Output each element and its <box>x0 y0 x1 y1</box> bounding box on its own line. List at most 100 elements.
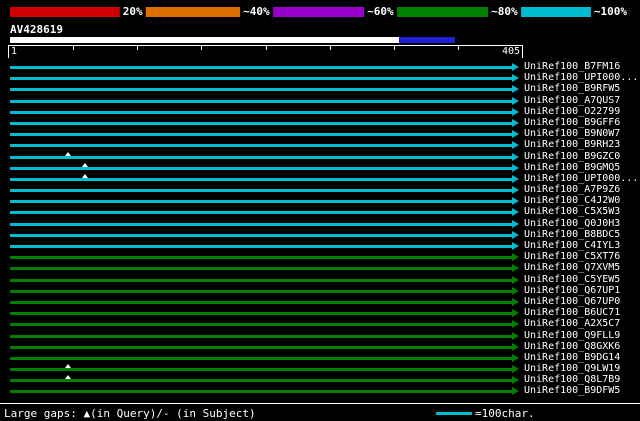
alignment-bar[interactable] <box>10 245 512 248</box>
scale-start-label: 1 <box>11 46 18 57</box>
alignment-label[interactable]: UniRef100_Q9FLL9 <box>524 330 620 342</box>
alignment-bar[interactable] <box>10 151 512 159</box>
gap-marker-icon <box>82 162 89 167</box>
alignment-bar[interactable] <box>10 375 512 383</box>
alignment-label[interactable]: UniRef100_B9N0W7 <box>524 128 620 140</box>
legend-line <box>436 412 472 415</box>
alignment-bar[interactable] <box>10 345 512 349</box>
alignment-bar[interactable] <box>10 323 512 327</box>
alignment-bar[interactable] <box>10 162 512 170</box>
arrowhead-icon <box>512 63 519 71</box>
alignment-label[interactable]: UniRef100_B9RH23 <box>524 139 620 151</box>
alignment-bar[interactable] <box>10 300 512 304</box>
alignment-label[interactable]: UniRef100_A7QUS7 <box>524 95 620 107</box>
query-bar <box>10 37 455 43</box>
alignment-bar[interactable] <box>10 334 512 338</box>
arrowhead-icon <box>512 264 519 273</box>
scale-tick <box>73 46 75 50</box>
alignment-bar[interactable] <box>10 278 512 282</box>
alignment-label[interactable]: UniRef100_Q7XVM5 <box>524 262 620 274</box>
alignment-bar[interactable] <box>10 110 512 114</box>
scale-legend: =100char. <box>436 407 535 420</box>
arrowhead-icon <box>512 353 519 362</box>
alignment-bar[interactable] <box>10 99 512 103</box>
alignment-label[interactable]: UniRef100_C5XT76 <box>524 251 620 263</box>
key-segment: ~40% <box>134 4 273 19</box>
alignment-bar[interactable] <box>10 312 512 316</box>
alignment-bar[interactable] <box>10 121 512 125</box>
scale-tick <box>137 46 139 50</box>
alignment-label[interactable]: UniRef100_C5X5W3 <box>524 206 620 218</box>
alignment-label[interactable]: UniRef100_Q67UP1 <box>524 285 620 297</box>
arrowhead-icon <box>512 74 519 83</box>
arrowhead-icon <box>512 152 519 161</box>
key-segment-label: ~80% <box>488 4 521 19</box>
blast-overview-screen: 20% ~40% ~60% ~80% ~100% AV428619 1 405 UniR… <box>0 0 640 421</box>
arrowhead-icon <box>512 174 519 183</box>
alignment-bar[interactable] <box>10 88 512 92</box>
alignment-bar[interactable] <box>10 364 512 372</box>
alignment-label[interactable]: UniRef100_A2X5C7 <box>524 318 620 330</box>
scale-bar: 1 405 <box>8 45 523 58</box>
alignment-label[interactable]: UniRef100_UPI000... <box>524 72 638 84</box>
arrowhead-icon <box>512 331 519 340</box>
alignment-label[interactable]: UniRef100_Q9LW19 <box>524 363 620 375</box>
alignment-label[interactable]: UniRef100_A7P9Z6 <box>524 184 620 196</box>
alignment-label[interactable]: UniRef100_Q8GXK6 <box>524 341 620 353</box>
alignment-bar[interactable] <box>10 390 512 394</box>
alignment-bar[interactable] <box>10 356 512 360</box>
arrowhead-icon <box>512 85 519 94</box>
alignment-label[interactable]: UniRef100_Q0J0H3 <box>524 218 620 230</box>
scale-tick <box>457 46 459 50</box>
alignment-label[interactable]: UniRef100_B8BDC5 <box>524 229 620 241</box>
alignment-bar[interactable] <box>10 256 512 260</box>
scale-end-label: 405 <box>501 46 520 57</box>
alignment-bar[interactable] <box>10 200 512 204</box>
arrowhead-icon <box>512 309 519 318</box>
alignment-label[interactable]: UniRef100_B9DFW5 <box>524 385 620 397</box>
alignment-rows: UniRef100_B7FM16 UniRef100_UPI000... UniRe… <box>0 61 640 398</box>
alignment-bar[interactable] <box>10 222 512 226</box>
query-name: AV428619 <box>10 23 63 36</box>
query-bar-blue-segment <box>399 37 455 43</box>
alignment-label[interactable]: UniRef100_B6UC71 <box>524 307 620 319</box>
arrowhead-icon <box>512 96 519 105</box>
arrowhead-icon <box>512 197 519 206</box>
arrowhead-icon <box>512 230 519 239</box>
alignment-bar[interactable] <box>10 289 512 293</box>
alignment-label[interactable]: UniRef100_Q67UP0 <box>524 296 620 308</box>
arrowhead-icon <box>512 320 519 329</box>
alignment-bar[interactable] <box>10 66 512 69</box>
alignment-bar[interactable] <box>10 233 512 237</box>
alignment-label[interactable]: UniRef100_O22799 <box>524 106 620 118</box>
alignment-label[interactable]: UniRef100_B9GFF6 <box>524 117 620 129</box>
alignment-bar[interactable] <box>10 211 512 215</box>
alignment-label[interactable]: UniRef100_B9GMQ5 <box>524 162 620 174</box>
scale-tick <box>201 46 203 50</box>
alignment-bar[interactable] <box>10 173 512 181</box>
alignment-bar[interactable] <box>10 267 512 271</box>
legend-label: =100char. <box>475 407 535 420</box>
alignment-label[interactable]: UniRef100_B7FM16 <box>524 61 620 73</box>
alignment-label[interactable]: UniRef100_B9RFW5 <box>524 83 620 95</box>
gap-marker-icon <box>82 173 89 178</box>
alignment-row[interactable]: UniRef100_B9DFW5 <box>0 385 640 397</box>
alignment-label[interactable]: UniRef100_C5YEW5 <box>524 274 620 286</box>
large-gaps-note: Large gaps: ▲(in Query)/- (in Subject) <box>4 407 256 420</box>
alignment-label[interactable]: UniRef100_Q8L7B9 <box>524 374 620 386</box>
alignment-bar[interactable] <box>10 144 512 148</box>
gap-marker-icon <box>64 151 71 156</box>
alignment-label[interactable]: UniRef100_UPI000... <box>524 173 638 185</box>
alignment-bar[interactable] <box>10 77 512 81</box>
gap-marker-icon <box>64 364 71 369</box>
key-segment-label: ~100% <box>590 4 630 19</box>
arrowhead-icon <box>512 118 519 127</box>
alignment-label[interactable]: UniRef100_C4J2W0 <box>524 195 620 207</box>
alignment-label[interactable]: UniRef100_B9GZC0 <box>524 151 620 163</box>
arrowhead-icon <box>512 186 519 195</box>
alignment-label[interactable]: UniRef100_C4IYL3 <box>524 240 620 252</box>
alignment-bar[interactable] <box>10 189 512 193</box>
key-segment: ~100% <box>506 4 630 19</box>
alignment-bar[interactable] <box>10 133 512 137</box>
alignment-label[interactable]: UniRef100_B9DG14 <box>524 352 620 364</box>
